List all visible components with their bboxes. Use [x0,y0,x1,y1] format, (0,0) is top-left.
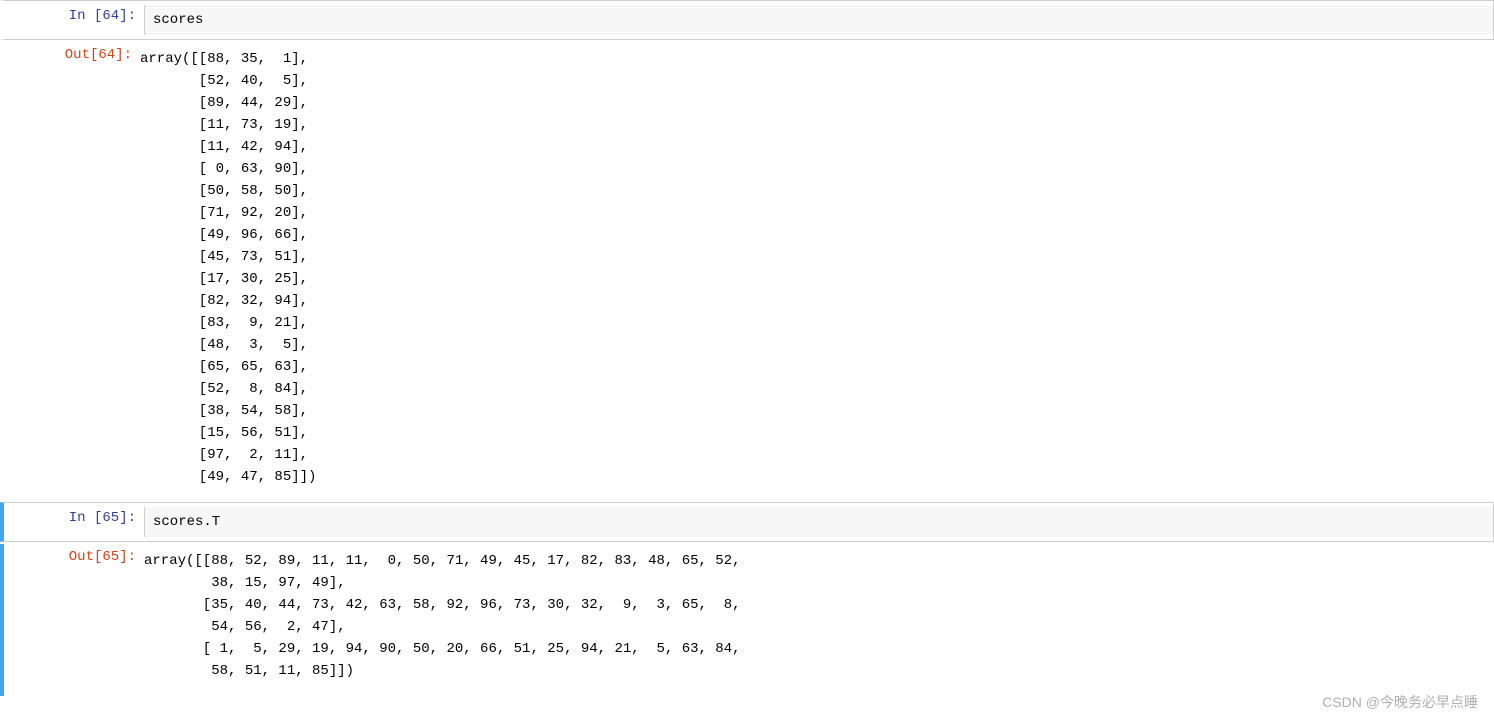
output-content-65: array([[88, 52, 89, 11, 11, 0, 50, 71, 4… [144,546,1494,686]
input-prompt-64: In [64]: [4,5,144,27]
output-prompt-65: Out[65]: [4,546,144,568]
input-cell-64[interactable]: In [64]: scores [0,0,1494,40]
in-prompt-label: In [64]: [69,8,136,24]
input-content-64[interactable]: scores [144,5,1493,35]
watermark: CSDN @今晚务必早点睡 [1322,692,1478,712]
out-prompt-label: Out[64]: [65,47,132,63]
out-prompt-label: Out[65]: [69,549,136,565]
output-cell-64: Out[64]: array([[88, 35, 1], [52, 40, 5]… [0,42,1494,502]
input-prompt-65: In [65]: [4,507,144,529]
input-content-65[interactable]: scores.T [144,507,1493,537]
output-content-64: array([[88, 35, 1], [52, 40, 5], [89, 44… [140,44,1494,492]
output-prompt-64: Out[64]: [0,44,140,66]
output-cell-65: Out[65]: array([[88, 52, 89, 11, 11, 0, … [0,544,1494,696]
input-cell-65[interactable]: In [65]: scores.T [0,502,1494,542]
in-prompt-label: In [65]: [69,510,136,526]
